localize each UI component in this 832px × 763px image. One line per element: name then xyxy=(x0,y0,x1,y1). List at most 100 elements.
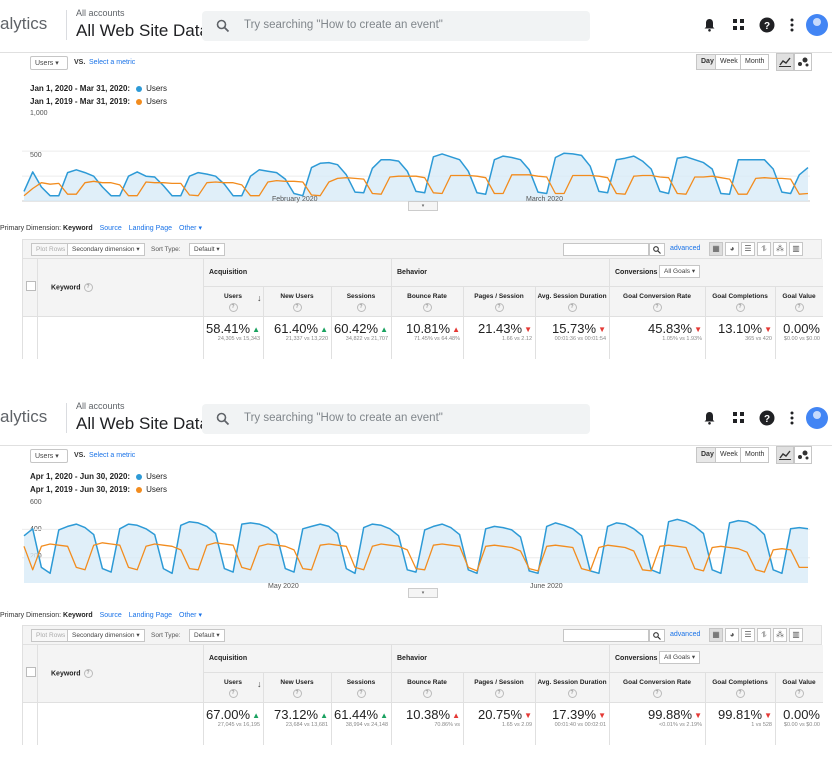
help-icon[interactable]: ? xyxy=(228,303,238,312)
secondary-dimension-select[interactable]: Secondary dimension ▾ xyxy=(67,629,145,642)
avatar-icon[interactable] xyxy=(806,407,828,429)
help-icon[interactable]: ? xyxy=(292,689,302,698)
period-month-button[interactable]: Month xyxy=(740,54,770,70)
more-vert-icon[interactable] xyxy=(783,409,801,427)
help-icon[interactable]: ? xyxy=(758,409,776,427)
apps-grid-icon[interactable] xyxy=(730,16,748,34)
help-icon[interactable]: ? xyxy=(494,303,504,312)
help-icon[interactable]: ? xyxy=(292,303,302,312)
property-selector[interactable]: All Web Site Data ▾ xyxy=(76,21,220,41)
column-header-bounce-rate[interactable]: Bounce Rate? xyxy=(391,293,463,312)
column-header-goal-conversion-rate[interactable]: Goal Conversion Rate? xyxy=(609,293,705,312)
metric-select[interactable]: Users ▾ xyxy=(30,56,68,70)
motion-chart-icon[interactable] xyxy=(794,53,812,71)
chart-resize-handle[interactable]: ▾ xyxy=(408,588,438,598)
column-header-bounce-rate[interactable]: Bounce Rate? xyxy=(391,679,463,698)
column-header-goal-value[interactable]: Goal Value? xyxy=(775,679,823,698)
help-icon[interactable]: ? xyxy=(794,303,804,312)
help-icon[interactable]: ? xyxy=(735,303,745,312)
keyword-column-header[interactable]: Keyword? xyxy=(51,283,93,292)
column-header-sessions[interactable]: Sessions? xyxy=(331,293,391,312)
term-cloud-icon[interactable]: ⁂ xyxy=(773,628,787,642)
sort-arrow-icon[interactable]: ↓ xyxy=(257,293,262,303)
dimension-source-link[interactable]: Source xyxy=(100,225,122,232)
help-icon[interactable]: ? xyxy=(228,689,238,698)
help-icon[interactable]: ? xyxy=(356,303,366,312)
dimension-other-link[interactable]: Other ▾ xyxy=(179,225,202,232)
property-selector[interactable]: All Web Site Data ▾ xyxy=(76,414,220,434)
column-header-avg-session-duration[interactable]: Avg. Session Duration? xyxy=(535,293,609,312)
motion-chart-icon[interactable] xyxy=(794,446,812,464)
pie-view-icon[interactable]: ◕ xyxy=(725,242,739,256)
line-chart-icon[interactable] xyxy=(776,53,794,71)
goal-select[interactable]: All Goals ▾ xyxy=(659,651,701,664)
dimension-keyword[interactable]: Keyword xyxy=(63,612,93,619)
search-icon[interactable] xyxy=(649,629,665,642)
bell-icon[interactable] xyxy=(700,409,718,427)
column-header-users[interactable]: Users? xyxy=(203,293,263,312)
advanced-filter-link[interactable]: advanced xyxy=(670,245,700,252)
dimension-landing-page-link[interactable]: Landing Page xyxy=(129,612,172,619)
comparison-view-icon[interactable]: ⥮ xyxy=(757,242,771,256)
help-icon[interactable]: ? xyxy=(652,689,662,698)
column-header-new-users[interactable]: New Users? xyxy=(263,293,331,312)
help-icon[interactable]: ? xyxy=(356,689,366,698)
column-header-goal-completions[interactable]: Goal Completions? xyxy=(705,293,775,312)
pivot-view-icon[interactable]: ▥ xyxy=(789,628,803,642)
select-metric-link[interactable]: Select a metric xyxy=(89,452,135,459)
sort-type-select[interactable]: Default ▾ xyxy=(189,243,225,256)
help-icon[interactable]: ? xyxy=(422,303,432,312)
select-metric-link[interactable]: Select a metric xyxy=(89,59,135,66)
keyword-column-header[interactable]: Keyword? xyxy=(51,669,93,678)
dimension-other-link[interactable]: Other ▾ xyxy=(179,612,202,619)
chart-resize-handle[interactable]: ▾ xyxy=(408,201,438,211)
column-header-sessions[interactable]: Sessions? xyxy=(331,679,391,698)
help-icon[interactable]: ? xyxy=(652,303,662,312)
search-bar[interactable]: Try searching "How to create an event" xyxy=(202,404,590,434)
select-all-checkbox[interactable] xyxy=(26,281,36,291)
sort-arrow-icon[interactable]: ↓ xyxy=(257,679,262,689)
period-month-button[interactable]: Month xyxy=(740,447,770,463)
column-header-goal-value[interactable]: Goal Value? xyxy=(775,293,823,312)
help-icon[interactable]: ? xyxy=(567,303,577,312)
help-icon[interactable]: ? xyxy=(567,689,577,698)
plot-rows-button[interactable]: Plot Rows xyxy=(31,243,71,256)
term-cloud-icon[interactable]: ⁂ xyxy=(773,242,787,256)
column-header-goal-conversion-rate[interactable]: Goal Conversion Rate? xyxy=(609,679,705,698)
line-chart-icon[interactable] xyxy=(776,446,794,464)
goal-select[interactable]: All Goals ▾ xyxy=(659,265,701,278)
period-week-button[interactable]: Week xyxy=(715,54,743,70)
help-icon[interactable]: ? xyxy=(422,689,432,698)
bar-view-icon[interactable]: ☰ xyxy=(741,628,755,642)
apps-grid-icon[interactable] xyxy=(730,409,748,427)
secondary-dimension-select[interactable]: Secondary dimension ▾ xyxy=(67,243,145,256)
pie-view-icon[interactable]: ◕ xyxy=(725,628,739,642)
table-search-input[interactable] xyxy=(563,243,649,256)
table-view-icon[interactable]: ▦ xyxy=(709,242,723,256)
comparison-view-icon[interactable]: ⥮ xyxy=(757,628,771,642)
period-week-button[interactable]: Week xyxy=(715,447,743,463)
column-header-pages-per-session[interactable]: Pages / Session? xyxy=(463,293,535,312)
column-header-avg-session-duration[interactable]: Avg. Session Duration? xyxy=(535,679,609,698)
column-header-users[interactable]: Users? xyxy=(203,679,263,698)
select-all-checkbox[interactable] xyxy=(26,667,36,677)
column-header-new-users[interactable]: New Users? xyxy=(263,679,331,698)
pivot-view-icon[interactable]: ▥ xyxy=(789,242,803,256)
dimension-landing-page-link[interactable]: Landing Page xyxy=(129,225,172,232)
help-icon[interactable]: ? xyxy=(758,16,776,34)
bell-icon[interactable] xyxy=(700,16,718,34)
dimension-keyword[interactable]: Keyword xyxy=(63,225,93,232)
plot-rows-button[interactable]: Plot Rows xyxy=(31,629,71,642)
table-search-input[interactable] xyxy=(563,629,649,642)
bar-view-icon[interactable]: ☰ xyxy=(741,242,755,256)
advanced-filter-link[interactable]: advanced xyxy=(670,631,700,638)
search-bar[interactable]: Try searching "How to create an event" xyxy=(202,11,590,41)
avatar-icon[interactable] xyxy=(806,14,828,36)
help-icon[interactable]: ? xyxy=(794,689,804,698)
column-header-pages-per-session[interactable]: Pages / Session? xyxy=(463,679,535,698)
more-vert-icon[interactable] xyxy=(783,16,801,34)
column-header-goal-completions[interactable]: Goal Completions? xyxy=(705,679,775,698)
sort-type-select[interactable]: Default ▾ xyxy=(189,629,225,642)
help-icon[interactable]: ? xyxy=(494,689,504,698)
metric-select[interactable]: Users ▾ xyxy=(30,449,68,463)
